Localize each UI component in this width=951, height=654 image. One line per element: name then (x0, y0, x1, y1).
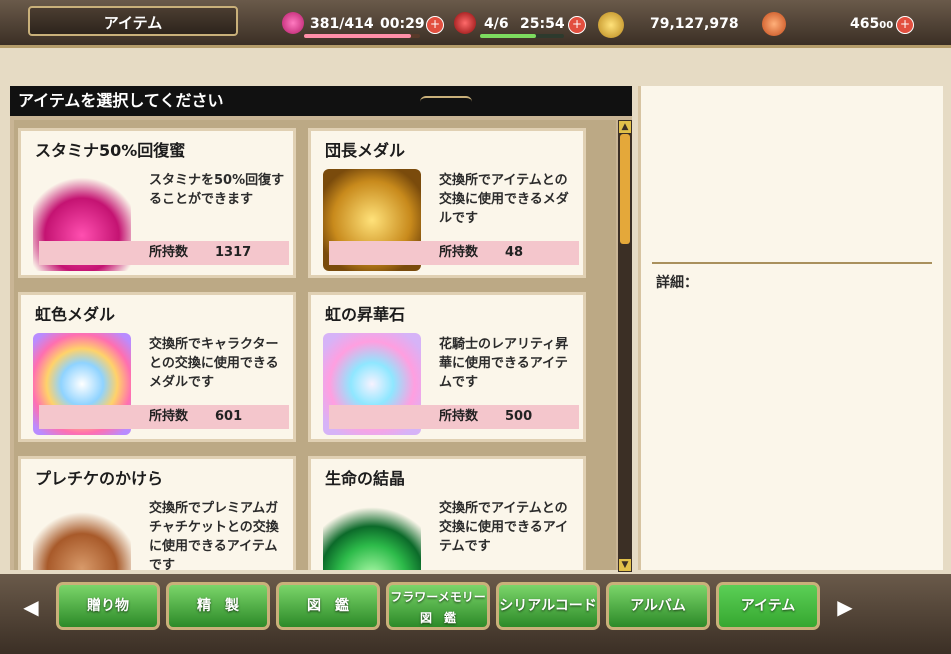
serial-code-button-label: シリアルコード (499, 598, 597, 614)
item-button-label: アイテム (740, 598, 796, 614)
nav-left-arrow-icon[interactable]: ◀ (16, 590, 46, 624)
item-card[interactable]: 生命の結晶 交換所でアイテムとの交換に使用できるアイテムです (308, 456, 586, 570)
ornament-icon (420, 96, 472, 108)
flower-memory-button[interactable]: フラワーメモリー 図 鑑 (386, 582, 490, 630)
page-title: アイテム (28, 6, 238, 36)
gem-flower-icon (762, 12, 786, 36)
section-title: アイテムを選択してください (18, 91, 224, 110)
item-count-row: 所持数 601 (39, 405, 289, 429)
item-name: スタミナ50%回復蜜 (35, 141, 186, 160)
item-button[interactable]: アイテム (716, 582, 820, 630)
item-card[interactable]: 虹の昇華石 花騎士のレアリティ昇華に使用できるアイテムです 所持数 500 (308, 292, 586, 442)
detail-label: 詳細： (656, 275, 698, 291)
flower-memory-label-line2: 図 鑑 (419, 611, 456, 625)
album-button-label: アルバム (630, 598, 686, 614)
item-count-label: 所持数 (439, 245, 479, 260)
item-count-label: 所持数 (149, 245, 189, 260)
gift-button[interactable]: 贈り物 (56, 582, 160, 630)
scroll-up-icon[interactable]: ▲ (619, 121, 631, 133)
item-card[interactable]: 虹色メダル 交換所でキャラクターとの交換に使用できるメダルです 所持数 601 (18, 292, 296, 442)
item-description: 交換所でキャラクターとの交換に使用できるメダルです (149, 337, 279, 390)
item-count-row: 所持数 48 (329, 241, 579, 265)
album-button[interactable]: アルバム (606, 582, 710, 630)
add-gems-button[interactable]: + (896, 16, 914, 34)
item-description: 交換所でアイテムとの交換に使用できるメダルです (439, 173, 569, 226)
item-name: 虹色メダル (35, 305, 116, 324)
gold-coin-icon (598, 12, 624, 38)
gold-value: 79,127,978 (650, 16, 739, 32)
item-list-scrollbar[interactable]: ▲ ▼ (618, 120, 632, 572)
item-description: 交換所でアイテムとの交換に使用できるアイテムです (439, 501, 569, 554)
refine-button[interactable]: 精 製 (166, 582, 270, 630)
item-name: 生命の結晶 (325, 469, 406, 488)
scroll-down-icon[interactable]: ▼ (619, 559, 631, 571)
top-status-bar: アイテム 381/414 00:29 + 4/6 25:54 + 79,127,… (0, 0, 951, 48)
battle-bar-track (480, 34, 564, 38)
detail-divider (652, 262, 932, 268)
item-name: 団長メダル (325, 141, 406, 160)
flower-memory-label-line1: フラワーメモリー (390, 590, 486, 604)
gift-button-label: 贈り物 (87, 598, 129, 614)
gem-amount: 465 (850, 16, 880, 32)
nav-right-arrow-icon[interactable]: ▶ (830, 590, 860, 624)
item-count: 601 (215, 409, 243, 424)
stamina-bar-track (304, 34, 420, 38)
stamina-bar-fill (304, 34, 411, 38)
gem-value: 46500 (850, 12, 893, 36)
item-count-label: 所持数 (439, 409, 479, 424)
add-battle-points-button[interactable]: + (568, 16, 586, 34)
detail-panel (638, 86, 943, 570)
item-card[interactable]: スタミナ50%回復蜜 スタミナを50%回復することができます 所持数 1317 (18, 128, 296, 278)
gem-suffix: 00 (879, 20, 894, 31)
green-crystal-icon (323, 497, 421, 570)
section-header: アイテムを選択してください (10, 86, 632, 116)
item-count: 1317 (215, 245, 252, 260)
stamina-potion-icon (282, 12, 304, 34)
item-count-row: 所持数 500 (329, 405, 579, 429)
item-list: スタミナ50%回復蜜 スタミナを50%回復することができます 所持数 1317 … (14, 120, 616, 570)
scroll-thumb[interactable] (620, 134, 630, 244)
serial-code-button[interactable]: シリアルコード (496, 582, 600, 630)
stamina-value: 381/414 (310, 16, 374, 32)
battle-points-value: 4/6 (484, 16, 509, 32)
stamina-timer: 00:29 (380, 16, 425, 32)
item-count: 48 (505, 245, 524, 260)
item-card[interactable]: プレチケのかけら 交換所でプレミアムガチャチケットとの交換に使用できるアイテムで… (18, 456, 296, 570)
ticket-fragment-icon (33, 497, 131, 570)
add-stamina-button[interactable]: + (426, 16, 444, 34)
item-name: プレチケのかけら (35, 469, 164, 488)
battle-orb-icon (454, 12, 476, 34)
item-description: スタミナを50%回復することができます (149, 173, 285, 207)
item-name: 虹の昇華石 (325, 305, 406, 324)
item-card[interactable]: 団長メダル 交換所でアイテムとの交換に使用できるメダルです 所持数 48 (308, 128, 586, 278)
encyclopedia-button-label: 図 鑑 (307, 598, 349, 614)
refine-button-label: 精 製 (197, 598, 239, 614)
item-description: 花騎士のレアリティ昇華に使用できるアイテムです (439, 337, 569, 390)
battle-bar-fill (480, 34, 537, 38)
item-count-label: 所持数 (149, 409, 189, 424)
item-count: 500 (505, 409, 533, 424)
battle-timer: 25:54 (520, 16, 565, 32)
item-description: 交換所でプレミアムガチャチケットとの交換に使用できるアイテムです (149, 501, 279, 570)
encyclopedia-button[interactable]: 図 鑑 (276, 582, 380, 630)
item-count-row: 所持数 1317 (39, 241, 289, 265)
